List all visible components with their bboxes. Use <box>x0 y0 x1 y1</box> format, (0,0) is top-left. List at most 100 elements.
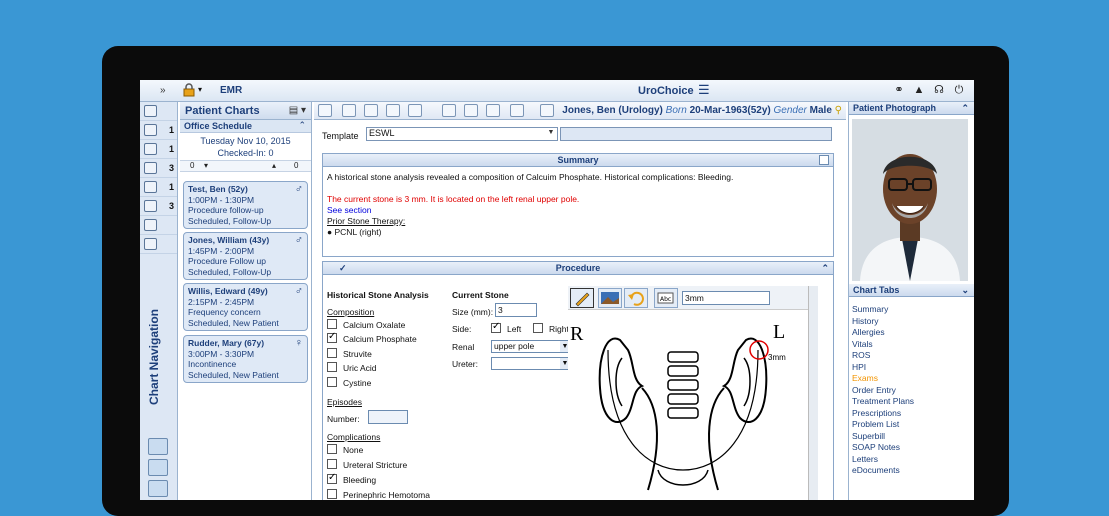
print-icon[interactable] <box>342 104 356 117</box>
save-icon[interactable] <box>364 104 378 117</box>
record-icon[interactable] <box>510 104 524 117</box>
lock-dropdown-icon[interactable]: ▾ <box>198 85 202 94</box>
calendar-icon <box>144 143 157 155</box>
appointment-card[interactable]: Rudder, Mary (67y) 3:00PM - 3:30PM Incon… <box>183 335 308 383</box>
chart-tab-link[interactable]: SOAP Notes <box>852 442 970 454</box>
chart-tab-link[interactable]: Problem List <box>852 419 970 431</box>
size-input[interactable]: 3 <box>495 303 537 317</box>
chart-tab-link[interactable]: Prescriptions <box>852 408 970 420</box>
svg-text:Abc: Abc <box>660 296 671 303</box>
nav-edit[interactable]: 3 <box>140 159 177 178</box>
nav-lab[interactable]: 1 <box>140 121 177 140</box>
template-select[interactable]: ESWL ▼ <box>366 127 558 141</box>
save-all-icon[interactable] <box>386 104 400 117</box>
collapse-icon[interactable]: ⌃ <box>298 120 306 131</box>
chart-tab-link[interactable]: Summary <box>852 304 970 316</box>
appointment-card[interactable]: Willis, Edward (49y) 2:15PM - 2:45PM Fre… <box>183 283 308 331</box>
tools-icon[interactable] <box>148 438 168 455</box>
pencil-icon[interactable] <box>570 288 594 308</box>
ureter-select[interactable]: ▼ <box>491 357 571 370</box>
lock-icon[interactable] <box>182 83 196 97</box>
chart-tab-link[interactable]: Superbill <box>852 431 970 443</box>
side-right-checkbox[interactable] <box>533 323 543 333</box>
globe-icon[interactable] <box>408 104 422 117</box>
folder-icon <box>144 181 157 193</box>
user-icon[interactable] <box>148 480 168 497</box>
complication-checkbox-2[interactable] <box>327 472 337 484</box>
nav-refresh[interactable] <box>140 216 177 235</box>
undo-icon[interactable] <box>624 288 648 308</box>
charts-menu-icon[interactable]: ▤ ▾ <box>289 105 306 116</box>
nav-mail[interactable] <box>140 102 177 121</box>
chart-tab-link[interactable]: ROS <box>852 350 970 362</box>
expand-nav-button[interactable]: » <box>160 85 166 96</box>
image-icon[interactable] <box>598 288 622 308</box>
collapse-icon[interactable]: ⌃ <box>961 102 969 114</box>
chart-tabs-list: Summary History Allergies Vitals ROS HPI Exams… <box>852 304 970 477</box>
binoculars-icon[interactable]: ⚭ <box>892 83 906 97</box>
complication-checkbox-3[interactable] <box>327 489 337 499</box>
hamburger-menu-icon[interactable]: ☰ <box>698 83 710 96</box>
nav-document[interactable]: 3 <box>140 197 177 216</box>
appointment-time: 1:45PM - 2:00PM <box>188 245 255 256</box>
office-schedule-header[interactable]: Office Schedule ⌃ <box>180 120 311 133</box>
complication-checkbox-1[interactable] <box>327 459 337 469</box>
nav-folder[interactable]: 1 <box>140 178 177 197</box>
appointment-card[interactable]: Test, Ben (52y) 1:00PM - 1:30PM Procedur… <box>183 181 308 229</box>
composition-checkbox-2[interactable] <box>327 348 337 358</box>
diagram-left-label: L <box>773 321 785 343</box>
chart-tab-link[interactable]: History <box>852 316 970 328</box>
nav-building[interactable] <box>140 235 177 254</box>
chart-tab-link[interactable]: Letters <box>852 454 970 466</box>
chart-tab-link[interactable]: Exams <box>852 373 970 385</box>
calendar-icon[interactable] <box>464 104 478 117</box>
clock-icon[interactable] <box>486 104 500 117</box>
composition-checkbox-4[interactable] <box>327 377 337 387</box>
sort-up-icon[interactable]: ▴ <box>272 161 276 170</box>
composition-checkbox-0[interactable] <box>327 319 337 329</box>
template-label: Template <box>322 131 359 141</box>
complication-checkbox-0[interactable] <box>327 444 337 454</box>
nav-count: 1 <box>168 182 174 192</box>
renal-select[interactable]: upper pole ▼ <box>491 340 571 353</box>
chart-tab-link[interactable]: Order Entry <box>852 385 970 397</box>
summary-maximize-icon[interactable] <box>819 155 829 165</box>
chart-tab-link[interactable]: HPI <box>852 362 970 374</box>
chart-tab-link[interactable]: eDocuments <box>852 465 970 477</box>
chart-tab-link[interactable]: Treatment Plans <box>852 396 970 408</box>
composition-label: Calcium Phosphate <box>343 334 417 344</box>
annotation-text-input[interactable]: 3mm <box>682 291 770 305</box>
collapse-icon[interactable]: ⌃ <box>821 262 829 274</box>
checkmark-icon[interactable]: ✓ <box>339 262 347 274</box>
search-icon[interactable]: ⚲ <box>835 105 842 116</box>
side-left-label: Left <box>507 324 522 334</box>
composition-checkbox-1[interactable] <box>327 331 337 343</box>
composition-label: Struvite <box>343 349 372 359</box>
chart-tab-link[interactable]: Allergies <box>852 327 970 339</box>
highlight-icon[interactable] <box>540 104 554 117</box>
power-icon[interactable]: ⏻ <box>952 83 966 97</box>
size-label: Size (mm): <box>452 307 494 317</box>
composition-checkbox-3[interactable] <box>327 362 337 372</box>
chevron-down-icon[interactable]: ⌄ <box>961 284 969 296</box>
headset-icon[interactable]: ☊ <box>932 83 946 97</box>
nav-calendar[interactable]: 1 <box>140 140 177 159</box>
count-mid: 0 <box>294 161 299 170</box>
graduation-cap-icon[interactable]: ▲ <box>912 83 926 97</box>
text-tool-icon[interactable]: Abc <box>654 288 678 308</box>
flask-icon <box>144 124 157 136</box>
chart-tab-link[interactable]: Vitals <box>852 339 970 351</box>
kidney-diagram-canvas[interactable]: R L 3mm <box>568 310 808 500</box>
template-field[interactable] <box>560 127 832 141</box>
appointment-name: Jones, William (43y) <box>188 235 270 245</box>
episodes-number-input[interactable] <box>368 410 408 424</box>
see-section-link[interactable]: See section <box>327 205 829 216</box>
side-left-checkbox[interactable] <box>491 321 501 333</box>
chart-icon[interactable] <box>148 459 168 476</box>
app-brand: UroChoice <box>638 85 694 97</box>
appointment-card[interactable]: Jones, William (43y) 1:45PM - 2:00PM Pro… <box>183 232 308 280</box>
new-document-icon[interactable] <box>318 104 332 117</box>
diagram-scrollbar[interactable] <box>808 286 818 500</box>
sort-down-icon[interactable]: ▾ <box>204 161 208 170</box>
copy-icon[interactable] <box>442 104 456 117</box>
